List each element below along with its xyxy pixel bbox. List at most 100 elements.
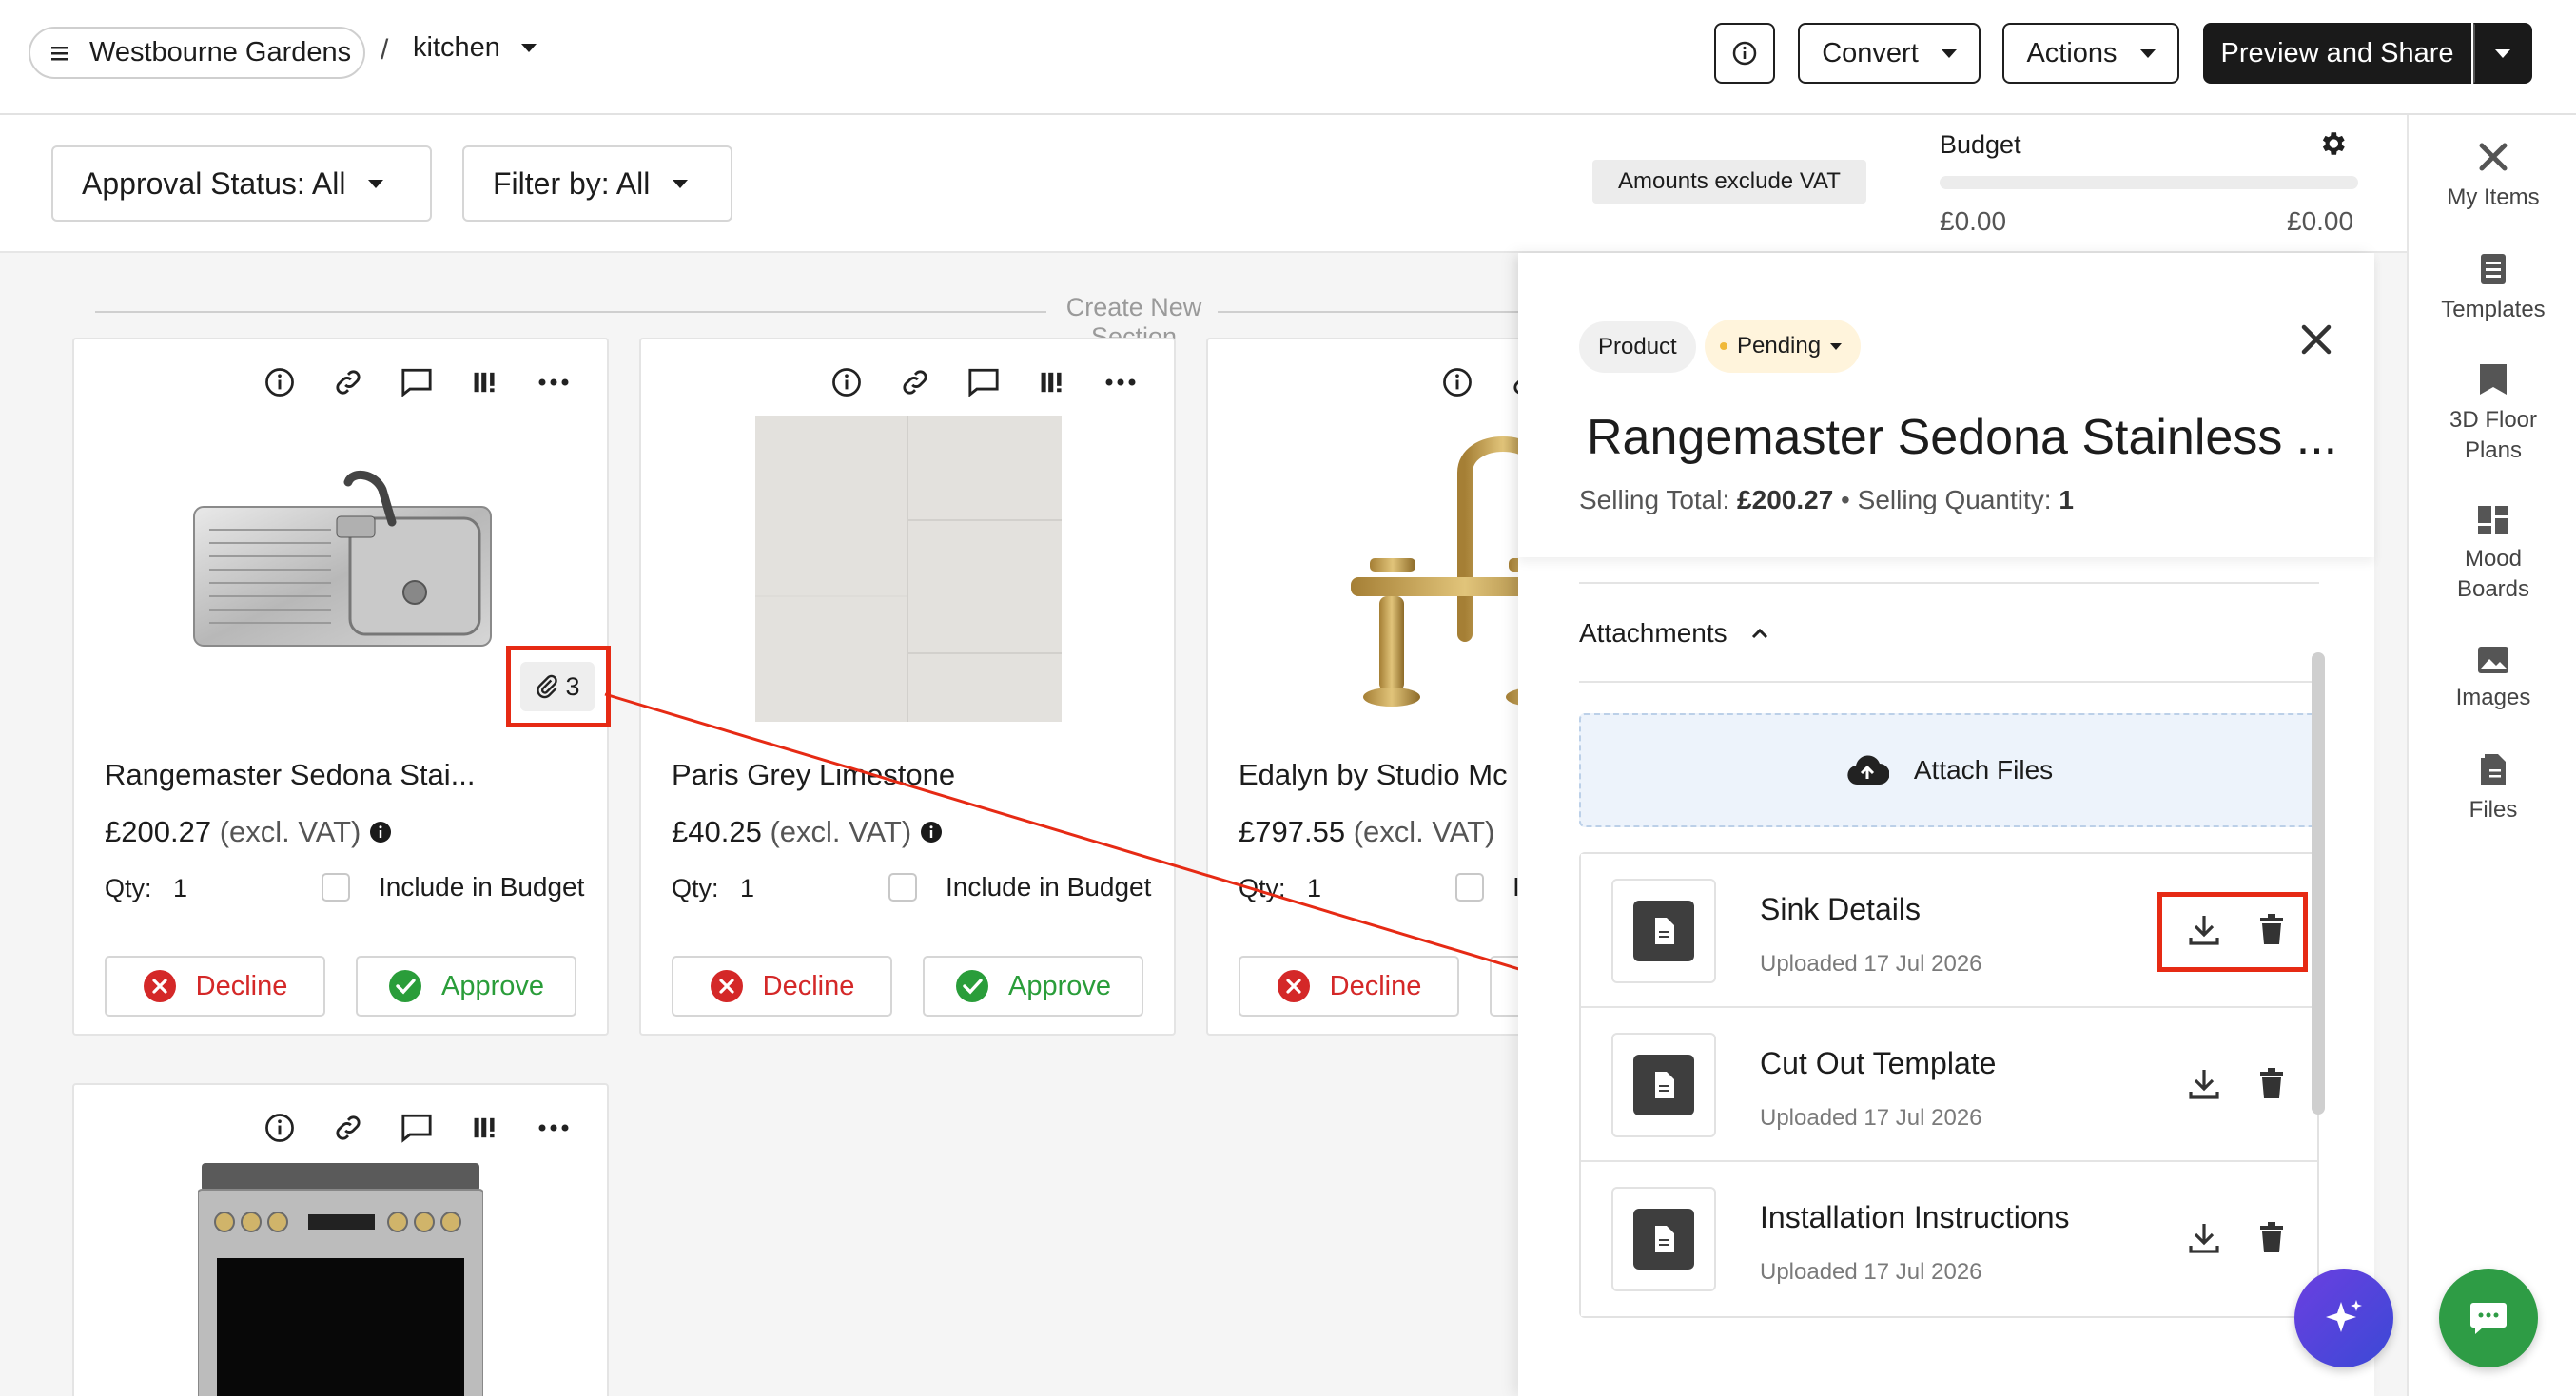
info-filled-icon[interactable]: [920, 821, 943, 843]
product-image-sink: [188, 416, 495, 722]
sidebar-item-3d-floor-plans[interactable]: 3D Floor Plans: [2409, 362, 2576, 466]
approve-button[interactable]: Approve: [356, 956, 576, 1017]
download-icon[interactable]: [2188, 1221, 2220, 1260]
panel-header: Product Pending Rangemaster Sedona Stain…: [1518, 253, 2374, 557]
image-icon: [2478, 647, 2508, 673]
more-icon[interactable]: [519, 360, 588, 404]
budget-flag-icon[interactable]: [451, 1106, 519, 1150]
include-in-budget-checkbox[interactable]: [1455, 873, 1484, 902]
chat-button[interactable]: [2439, 1269, 2538, 1367]
right-sidebar: My Items Templates 3D Floor Plans Mood B…: [2407, 115, 2576, 1396]
filter-bar: Approval Status: All Filter by: All Amou…: [0, 115, 2407, 253]
attachment-row[interactable]: Cut Out Template Uploaded 17 Jul 2026: [1581, 1008, 2317, 1162]
approve-check-icon: [388, 970, 421, 1002]
sparkle-icon: [2326, 1300, 2362, 1332]
status-dropdown[interactable]: Pending: [1705, 320, 1862, 373]
trash-icon[interactable]: [2258, 1067, 2285, 1104]
files-icon: [2481, 754, 2506, 785]
card-toolbar: [245, 1106, 588, 1150]
attachment-row[interactable]: Sink Details Uploaded 17 Jul 2026: [1581, 854, 2317, 1008]
gear-icon[interactable]: [2317, 128, 2348, 164]
convert-button[interactable]: Convert: [1798, 23, 1981, 84]
include-in-budget-checkbox[interactable]: [888, 873, 917, 902]
link-icon[interactable]: [314, 1106, 382, 1150]
more-icon[interactable]: [519, 1106, 588, 1150]
include-in-budget[interactable]: Include in Budget: [888, 872, 1151, 902]
filter-by-dropdown[interactable]: Filter by: All: [462, 145, 732, 222]
info-icon[interactable]: [1423, 360, 1492, 404]
attachments-section-toggle[interactable]: Attachments: [1579, 618, 1769, 649]
product-title[interactable]: Edalyn by Studio Mc: [1239, 758, 1508, 792]
product-card[interactable]: 3 Rangemaster Sedona Stai... £200.27 (ex…: [72, 338, 611, 1036]
trash-icon[interactable]: [2258, 1221, 2285, 1258]
include-in-budget-checkbox[interactable]: [322, 873, 350, 902]
info-icon[interactable]: [812, 360, 881, 404]
include-in-budget[interactable]: Include in Budget: [322, 872, 584, 902]
preview-dropdown-button[interactable]: [2473, 23, 2532, 84]
sidebar-item-mood-boards[interactable]: Mood Boards: [2409, 505, 2576, 605]
qty-value: 1: [173, 874, 188, 902]
item-type-tag: Product: [1579, 321, 1696, 373]
comment-icon[interactable]: [949, 360, 1018, 404]
info-icon[interactable]: [245, 1106, 314, 1150]
decline-button[interactable]: Decline: [1239, 956, 1459, 1017]
attachment-date: Uploaded 17 Jul 2026: [1760, 951, 1982, 977]
project-selector[interactable]: Westbourne Gardens: [29, 27, 365, 79]
section-divider: [1218, 311, 1518, 313]
sidebar-item-my-items[interactable]: My Items: [2409, 140, 2576, 213]
download-icon[interactable]: [2188, 913, 2220, 952]
product-card[interactable]: Paris Grey Limestone £40.25 (excl. VAT) …: [639, 338, 1176, 1036]
trash-icon[interactable]: [2258, 913, 2285, 950]
sidebar-label: Templates: [2441, 297, 2546, 322]
sidebar-item-images[interactable]: Images: [2409, 646, 2576, 713]
divider: [1579, 582, 2319, 584]
product-title[interactable]: Paris Grey Limestone: [672, 758, 955, 792]
sidebar-label: My Items: [2447, 184, 2540, 210]
approve-button[interactable]: Approve: [923, 956, 1143, 1017]
download-icon[interactable]: [2188, 1067, 2220, 1106]
product-title[interactable]: Rangemaster Sedona Stai...: [105, 758, 475, 792]
approval-status-filter[interactable]: Approval Status: All: [51, 145, 432, 222]
sidebar-item-templates[interactable]: Templates: [2409, 252, 2576, 325]
product-image-range-cooker: [197, 1163, 484, 1396]
decline-button[interactable]: Decline: [672, 956, 892, 1017]
selling-quantity-value: 1: [2059, 485, 2074, 514]
include-label: Include in Budget: [379, 872, 585, 902]
comment-icon[interactable]: [382, 1106, 451, 1150]
info-button[interactable]: [1714, 23, 1775, 84]
comment-icon[interactable]: [382, 360, 451, 404]
price-vat-note: (excl. VAT): [219, 815, 361, 848]
actions-button[interactable]: Actions: [2002, 23, 2179, 84]
selling-summary: Selling Total: £200.27 • Selling Quantit…: [1579, 485, 2074, 515]
link-icon[interactable]: [881, 360, 949, 404]
price-value: £200.27: [105, 815, 212, 848]
attachment-row[interactable]: Installation Instructions Uploaded 17 Ju…: [1581, 1162, 2317, 1316]
product-card[interactable]: [72, 1083, 609, 1396]
separator-dot: •: [1841, 485, 1850, 514]
moodboard-icon: [2478, 506, 2508, 534]
attach-files-dropzone[interactable]: Attach Files: [1579, 713, 2319, 827]
panel-scrollbar[interactable]: [2312, 652, 2325, 1115]
preview-and-share-button[interactable]: Preview and Share: [2203, 23, 2471, 84]
decline-button[interactable]: Decline: [105, 956, 325, 1017]
room-selector[interactable]: kitchen: [413, 32, 537, 64]
close-icon[interactable]: [2300, 323, 2332, 360]
ai-assistant-button[interactable]: [2294, 1269, 2393, 1367]
attachments-heading: Attachments: [1579, 618, 1727, 648]
document-icon: [1633, 1055, 1694, 1115]
price-value: £40.25: [672, 815, 762, 848]
budget-flag-icon[interactable]: [451, 360, 519, 404]
paperclip-icon: [537, 674, 558, 699]
sidebar-label: Files: [2469, 797, 2518, 823]
more-icon[interactable]: [1086, 360, 1155, 404]
product-price: £40.25 (excl. VAT): [672, 815, 943, 849]
info-icon[interactable]: [245, 360, 314, 404]
info-filled-icon[interactable]: [369, 821, 392, 843]
quantity-display: Qty: 1: [672, 874, 754, 903]
section-divider: [95, 311, 1046, 313]
sidebar-item-files[interactable]: Files: [2409, 752, 2576, 825]
attachments-count-badge[interactable]: 3: [520, 662, 595, 711]
budget-flag-icon[interactable]: [1018, 360, 1086, 404]
attachment-date: Uploaded 17 Jul 2026: [1760, 1105, 1982, 1131]
link-icon[interactable]: [314, 360, 382, 404]
